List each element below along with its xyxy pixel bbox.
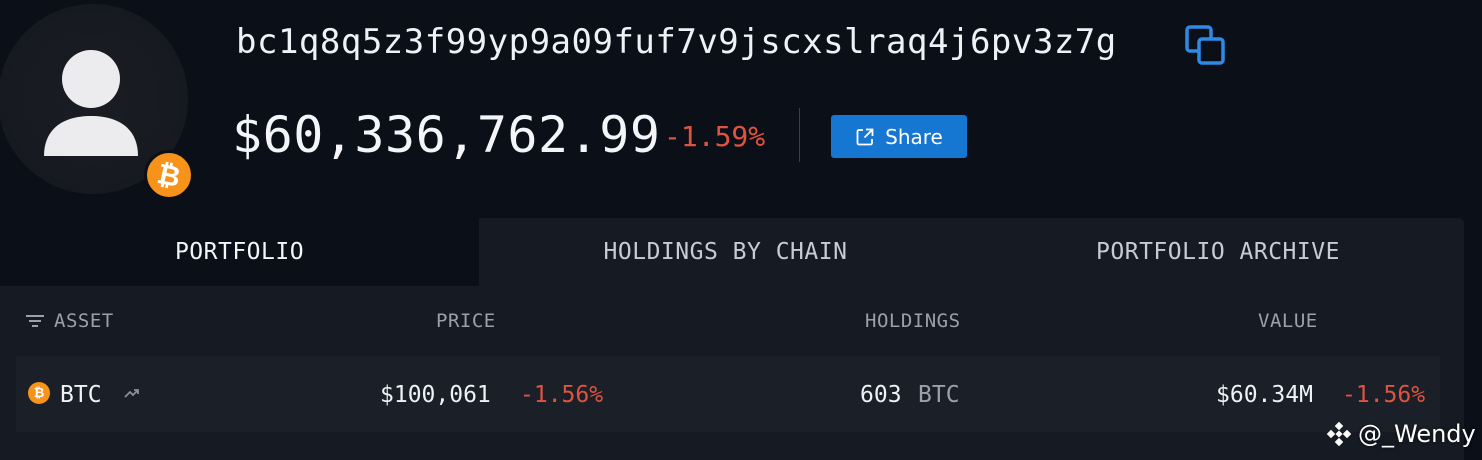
binance-logo-icon (1326, 421, 1352, 447)
portfolio-panel: PORTFOLIO HOLDINGS BY CHAIN PORTFOLIO AR… (0, 218, 1464, 460)
asset-price: $100,061 (380, 382, 491, 408)
tab-label: HOLDINGS BY CHAIN (603, 239, 848, 265)
share-button[interactable]: Share (831, 115, 967, 158)
column-header-asset[interactable]: ASSET (26, 310, 114, 332)
watermark: @_Wendy (1326, 420, 1476, 448)
trend-chart-icon[interactable] (124, 387, 140, 399)
asset-value: $60.34M (1216, 382, 1313, 408)
wallet-avatar: ₿ (0, 4, 194, 200)
bitcoin-icon: ₿ (28, 382, 50, 404)
tab-label: PORTFOLIO (174, 239, 305, 265)
price-change: -1.56% (520, 382, 604, 408)
watermark-text: @_Wendy (1358, 420, 1476, 448)
portfolio-balance: $60,336,762.99 (232, 106, 661, 164)
column-header-price[interactable]: PRICE (436, 310, 496, 332)
tab-label: PORTFOLIO ARCHIVE (1096, 239, 1340, 265)
svg-text:₿: ₿ (156, 160, 182, 190)
wallet-address: bc1q8q5z3f99yp9a09fuf7v9jscxslraq4j6pv3z… (236, 22, 1117, 62)
filter-icon (26, 315, 44, 327)
holdings-unit: BTC (918, 382, 960, 408)
balance-change: -1.59% (664, 120, 766, 153)
asset-symbol: BTC (60, 382, 102, 408)
divider (799, 108, 800, 162)
tab-portfolio-archive[interactable]: PORTFOLIO ARCHIVE (972, 218, 1464, 286)
bitcoin-icon: ₿ (144, 150, 194, 200)
header-label: ASSET (54, 310, 114, 332)
user-silhouette-icon (44, 50, 138, 156)
holdings-amount: 603 (860, 382, 902, 408)
value-change: -1.56% (1342, 382, 1426, 408)
tab-portfolio[interactable]: PORTFOLIO (0, 218, 479, 286)
tab-holdings-by-chain[interactable]: HOLDINGS BY CHAIN (479, 218, 972, 286)
copy-icon[interactable] (1184, 24, 1228, 68)
column-header-holdings[interactable]: HOLDINGS (865, 310, 961, 332)
table-row[interactable]: ₿ BTC $100,061 -1.56% 603 BTC $60.34M -1… (16, 356, 1440, 432)
column-header-value[interactable]: VALUE (1258, 310, 1318, 332)
share-label: Share (885, 124, 943, 149)
share-icon (856, 128, 874, 145)
